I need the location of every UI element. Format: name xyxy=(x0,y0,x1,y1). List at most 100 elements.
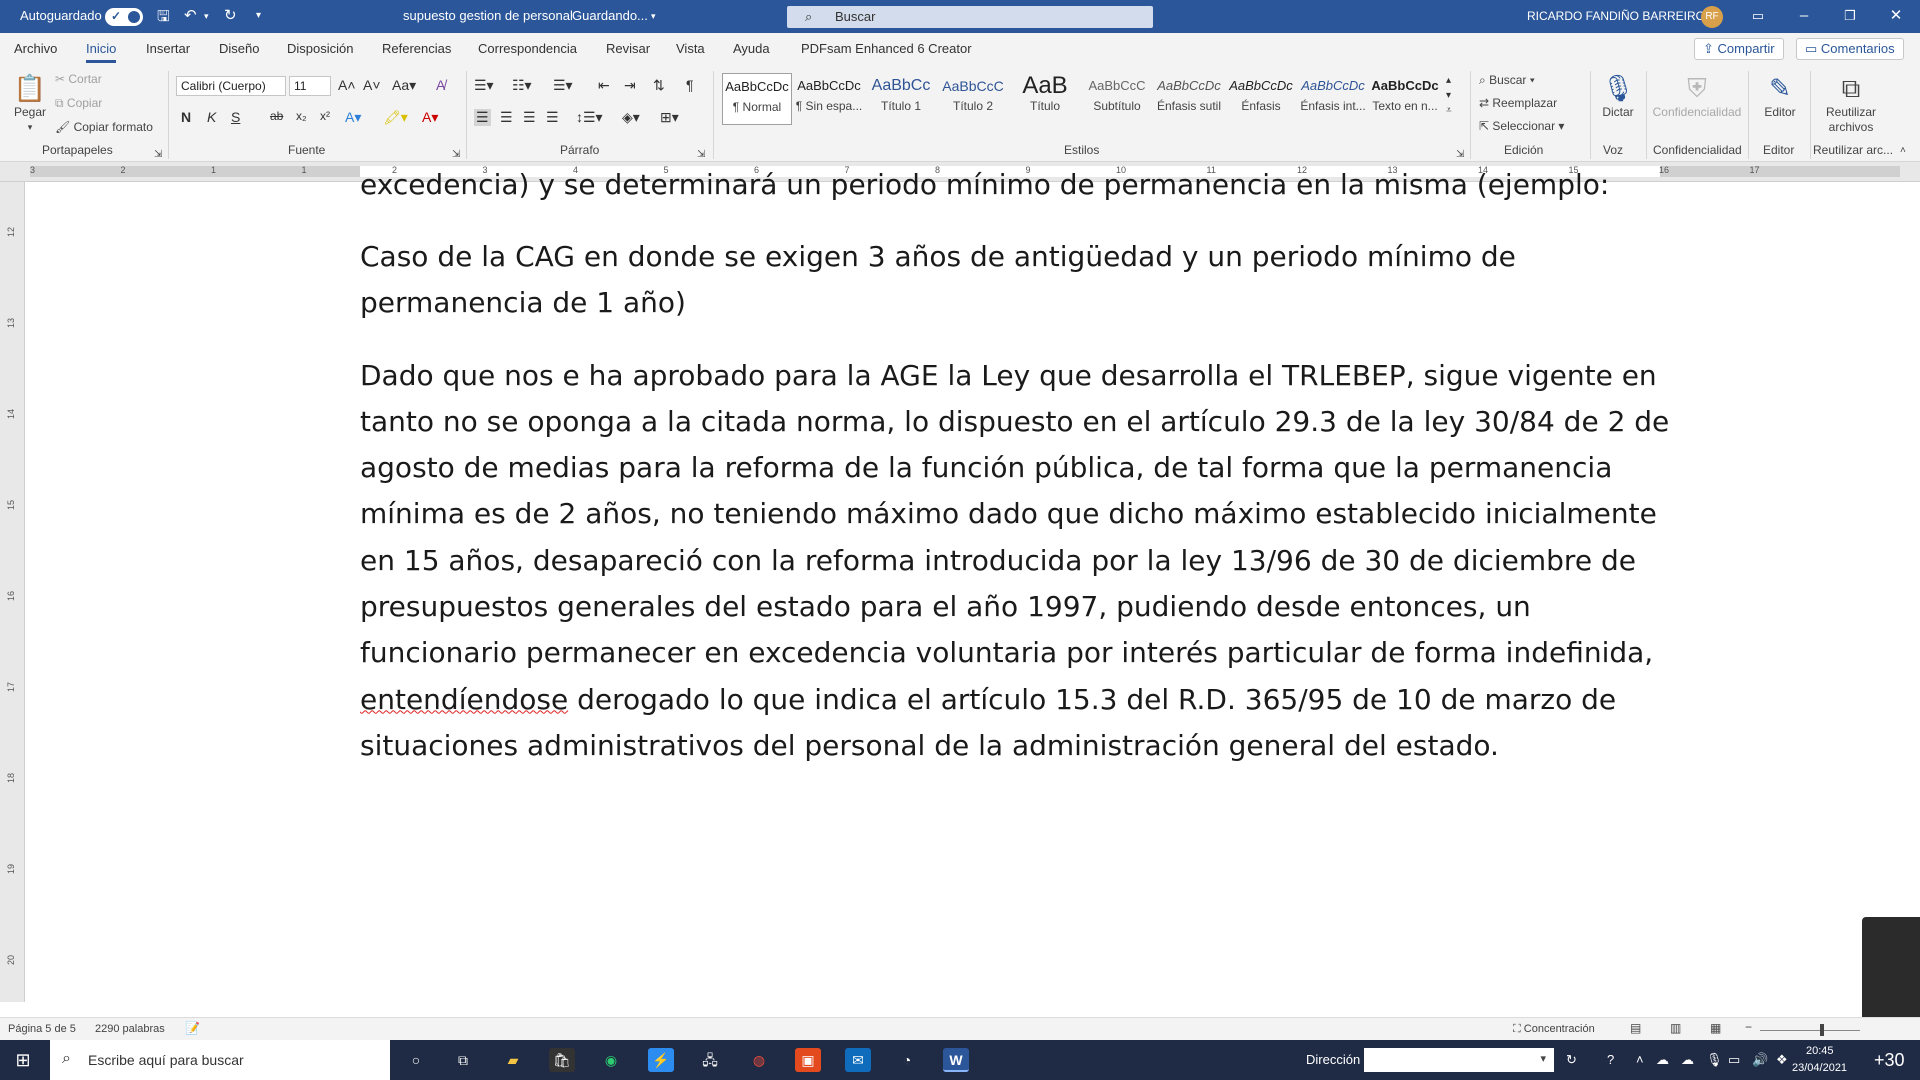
microphone-icon[interactable]: 🎙 xyxy=(1706,1052,1723,1068)
font-size-select[interactable]: 11 xyxy=(289,76,331,96)
multilevel-list-icon[interactable]: ☰▾ xyxy=(553,77,573,94)
avatar[interactable]: RF xyxy=(1701,6,1723,28)
change-case-icon[interactable]: Aa▾ xyxy=(392,77,416,94)
style-subtitle[interactable]: AaBbCcC Subtítulo xyxy=(1082,73,1152,125)
reuse-files-button[interactable]: ⧉ Reutilizar archivos xyxy=(1816,71,1886,135)
styles-launcher-icon[interactable]: ⇲ xyxy=(1456,149,1464,160)
clipboard-launcher-icon[interactable]: ⇲ xyxy=(154,149,162,160)
dictate-button[interactable]: 🎙 Dictar xyxy=(1598,71,1638,120)
clock-date[interactable]: 23/04/2021 xyxy=(1792,1062,1847,1074)
tray-expand-icon[interactable]: ˄ xyxy=(1636,1052,1644,1067)
volume-icon[interactable]: 🔊 xyxy=(1752,1052,1768,1068)
tab-pdfsam[interactable]: PDFsam Enhanced 6 Creator xyxy=(801,41,972,56)
decrease-indent-icon[interactable]: ⇤ xyxy=(598,77,610,94)
tab-vista[interactable]: Vista xyxy=(676,41,705,56)
read-mode-icon[interactable]: ▤ xyxy=(1630,1021,1641,1035)
document-cut-line[interactable]: excedencia) y se determinará un periodo … xyxy=(360,162,1680,208)
select-button[interactable]: ⇱ Seleccionar ▾ xyxy=(1479,119,1564,133)
grow-font-icon[interactable]: A˄ xyxy=(338,77,356,93)
align-center-icon[interactable]: ☰ xyxy=(500,109,513,126)
taskbar-search-input[interactable]: ⌕ Escribe aquí para buscar xyxy=(50,1040,390,1080)
bullets-icon[interactable]: ☰▾ xyxy=(474,77,494,94)
comments-button[interactable]: ▭ Comentarios xyxy=(1796,38,1904,60)
store-icon[interactable]: 🛍 xyxy=(549,1048,575,1072)
style-title[interactable]: AaB Título xyxy=(1010,73,1080,125)
style-heading-1[interactable]: AaBbCc Título 1 xyxy=(866,73,936,125)
style-no-spacing[interactable]: AaBbCcDc ¶ Sin espa... xyxy=(794,73,864,125)
strikethrough-icon[interactable]: ab xyxy=(270,109,283,123)
task-view-icon[interactable]: ⧉ xyxy=(450,1048,476,1072)
clock-time[interactable]: 20:45 xyxy=(1806,1045,1834,1057)
zoom-slider-thumb[interactable] xyxy=(1820,1024,1824,1036)
text-effects-icon[interactable]: A▾ xyxy=(345,109,361,126)
style-emphasis[interactable]: AaBbCcDc Énfasis xyxy=(1226,73,1296,125)
customize-toolbar-icon[interactable]: ▾ xyxy=(256,10,261,21)
tab-archivo[interactable]: Archivo xyxy=(14,41,57,56)
align-right-icon[interactable]: ☰ xyxy=(523,109,536,126)
paragraph[interactable]: Dado que nos e ha aprobado para la AGE l… xyxy=(360,353,1680,770)
numbering-icon[interactable]: ☷▾ xyxy=(512,77,532,94)
page-count[interactable]: Página 5 de 5 xyxy=(8,1023,76,1035)
mail-icon[interactable]: ✉ xyxy=(845,1048,871,1072)
chevron-down-icon[interactable]: ▾ xyxy=(1540,1052,1546,1065)
tab-inicio[interactable]: Inicio xyxy=(86,41,117,63)
misspelled-word[interactable]: entendíendose xyxy=(360,683,568,716)
refresh-icon[interactable]: ↻ xyxy=(1566,1052,1577,1068)
line-spacing-icon[interactable]: ↕☰▾ xyxy=(576,109,603,126)
minimize-icon[interactable]: – xyxy=(1784,4,1824,28)
superscript-icon[interactable]: x² xyxy=(320,109,330,123)
align-left-icon[interactable]: ☰ xyxy=(474,109,491,126)
shading-icon[interactable]: ◈▾ xyxy=(622,109,640,126)
edge-icon[interactable]: ◉ xyxy=(598,1048,624,1072)
cut-button[interactable]: ✂ Cortar xyxy=(55,72,102,86)
paste-dropdown-icon[interactable]: ▾ xyxy=(10,120,50,135)
redo-icon[interactable]: ↻ xyxy=(224,6,237,24)
chrome-icon[interactable]: ◍ xyxy=(746,1048,772,1072)
justify-icon[interactable]: ☰ xyxy=(546,109,559,126)
windows-start-icon[interactable]: ⊞ xyxy=(10,1048,36,1072)
undo-icon[interactable]: ↶ xyxy=(184,6,197,24)
tab-disposicion[interactable]: Disposición xyxy=(287,41,353,56)
proofing-icon[interactable]: 📝 xyxy=(185,1021,200,1035)
cortana-icon[interactable]: ○ xyxy=(403,1048,429,1072)
tab-insertar[interactable]: Insertar xyxy=(146,41,190,56)
font-family-select[interactable]: Calibri (Cuerpo) xyxy=(176,76,286,96)
address-input[interactable]: ▾ xyxy=(1364,1048,1554,1072)
restore-icon[interactable]: ❐ xyxy=(1830,4,1870,28)
vertical-ruler[interactable]: 12 13 14 15 16 17 18 19 20 xyxy=(0,182,25,1002)
highlight-icon[interactable]: 🖍▾ xyxy=(383,109,408,126)
onedrive-icon[interactable]: ☁ xyxy=(1656,1052,1669,1068)
style-strong[interactable]: AaBbCcDc Texto en n... xyxy=(1370,73,1440,125)
subscript-icon[interactable]: x₂ xyxy=(296,109,307,123)
office-icon[interactable]: ▣ xyxy=(795,1048,821,1072)
app-icon[interactable]: ⚡ xyxy=(648,1048,674,1072)
style-subtle-emphasis[interactable]: AaBbCcDc Énfasis sutil xyxy=(1154,73,1224,125)
cloud-icon[interactable]: ☁ xyxy=(1681,1052,1694,1068)
search-box[interactable]: ⌕ Buscar xyxy=(787,6,1153,28)
replace-button[interactable]: ⇄ Reemplazar xyxy=(1479,96,1557,110)
style-intense-emphasis[interactable]: AaBbCcDc Énfasis int... xyxy=(1298,73,1368,125)
tab-ayuda[interactable]: Ayuda xyxy=(733,41,770,56)
document-page[interactable]: excedencia) y se determinará un periodo … xyxy=(25,168,1920,1002)
tab-diseno[interactable]: Diseño xyxy=(219,41,259,56)
paragraph-launcher-icon[interactable]: ⇲ xyxy=(697,149,705,160)
collapse-ribbon-icon[interactable]: ˄ xyxy=(1900,145,1906,156)
word-count[interactable]: 2290 palabras xyxy=(95,1023,165,1035)
style-normal[interactable]: AaBbCcDc ¶ Normal xyxy=(722,73,792,125)
font-color-icon[interactable]: A▾ xyxy=(422,109,438,126)
paragraph-marks-icon[interactable]: ¶ xyxy=(686,77,694,93)
network-app-icon[interactable]: 🖧 xyxy=(697,1048,723,1072)
format-painter-button[interactable]: 🖌 Copiar formato xyxy=(55,120,153,134)
font-launcher-icon[interactable]: ⇲ xyxy=(452,149,460,160)
tab-correspondencia[interactable]: Correspondencia xyxy=(478,41,577,56)
increase-indent-icon[interactable]: ⇥ xyxy=(624,77,636,94)
share-button[interactable]: ⇪ Compartir xyxy=(1694,38,1784,60)
autosave-toggle[interactable]: ✓ xyxy=(105,8,143,26)
undo-dropdown-icon[interactable]: ▾ xyxy=(204,11,209,22)
shrink-font-icon[interactable]: A˅ xyxy=(363,77,381,93)
web-layout-icon[interactable]: ▦ xyxy=(1710,1021,1721,1035)
notification-badge[interactable]: +30 xyxy=(1874,1050,1905,1071)
editor-button[interactable]: ✎ Editor xyxy=(1755,71,1805,120)
ribbon-display-icon[interactable]: ▭ xyxy=(1738,4,1778,28)
dropbox-icon[interactable]: ❖ xyxy=(1776,1052,1788,1068)
